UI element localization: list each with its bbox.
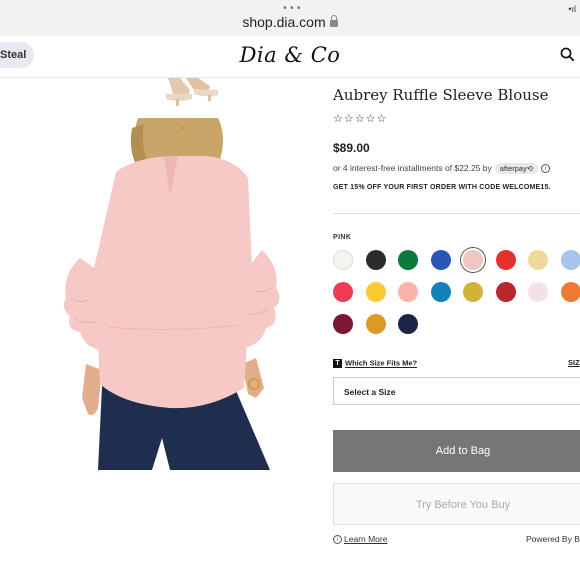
size-chart-link[interactable]: SIZ bbox=[568, 358, 580, 367]
size-help[interactable]: T Which Size Fits Me? bbox=[333, 358, 417, 368]
installments-text: or 4 interest-free installments of $22.2… bbox=[333, 163, 492, 173]
color-swatch[interactable] bbox=[430, 250, 451, 270]
installments-info: or 4 interest-free installments of $22.2… bbox=[333, 163, 551, 174]
rating-stars[interactable]: ☆☆☆☆☆ bbox=[333, 112, 387, 125]
color-swatch[interactable] bbox=[398, 250, 418, 270]
product-title: Aubrey Ruffle Sleeve Blouse bbox=[333, 86, 549, 104]
color-swatch[interactable] bbox=[365, 250, 386, 270]
divider bbox=[333, 213, 580, 214]
address-bar[interactable]: shop.dia.com bbox=[0, 14, 580, 30]
color-swatch[interactable] bbox=[463, 250, 483, 270]
info-icon[interactable]: i bbox=[541, 164, 551, 174]
site-logo[interactable]: Dia & Co bbox=[0, 43, 580, 67]
search-icon[interactable] bbox=[560, 47, 574, 61]
learn-more[interactable]: i Learn More bbox=[333, 534, 387, 545]
promo-banner: GET 15% OFF YOUR FIRST ORDER WITH CODE W… bbox=[333, 184, 551, 191]
size-tool-icon: T bbox=[333, 358, 342, 368]
color-swatch[interactable] bbox=[463, 282, 483, 302]
afterpay-badge[interactable]: afterpay⟲ bbox=[494, 163, 539, 174]
selected-color-label: PINK bbox=[333, 234, 352, 241]
color-swatch[interactable] bbox=[398, 282, 418, 302]
site-header: Steal Dia & Co bbox=[0, 36, 580, 78]
product-main-image[interactable] bbox=[58, 118, 288, 470]
color-swatch[interactable] bbox=[560, 250, 580, 270]
product-thumbnail-image[interactable] bbox=[158, 78, 224, 108]
browser-bar: ••• shop.dia.com •ıl bbox=[0, 0, 580, 36]
color-swatch[interactable] bbox=[333, 314, 353, 334]
info-icon: i bbox=[333, 535, 342, 545]
color-swatch[interactable] bbox=[430, 282, 451, 302]
add-to-bag-button[interactable]: Add to Bag bbox=[333, 430, 580, 472]
url-text: shop.dia.com bbox=[242, 14, 326, 30]
status-icons: •ıl bbox=[568, 4, 576, 14]
color-swatch[interactable] bbox=[333, 250, 353, 270]
product-price: $89.00 bbox=[333, 141, 370, 155]
color-swatch[interactable] bbox=[495, 282, 516, 302]
color-swatch[interactable] bbox=[528, 282, 548, 302]
size-help-link[interactable]: Which Size Fits Me? bbox=[345, 359, 417, 368]
color-swatch[interactable] bbox=[495, 250, 516, 270]
size-select[interactable]: Select a Size bbox=[333, 377, 580, 405]
tab-dots-icon[interactable]: ••• bbox=[282, 3, 303, 14]
color-swatch[interactable] bbox=[365, 282, 386, 302]
color-swatch[interactable] bbox=[333, 282, 353, 302]
learn-more-link[interactable]: Learn More bbox=[344, 534, 387, 544]
color-swatch[interactable] bbox=[398, 314, 418, 334]
lock-icon bbox=[329, 15, 338, 27]
try-before-you-buy-button[interactable]: Try Before You Buy bbox=[333, 483, 580, 525]
color-swatch[interactable] bbox=[560, 282, 580, 302]
color-swatch[interactable] bbox=[365, 314, 386, 334]
color-swatch[interactable] bbox=[528, 250, 548, 270]
powered-by-text: Powered By Bl bbox=[526, 534, 580, 544]
